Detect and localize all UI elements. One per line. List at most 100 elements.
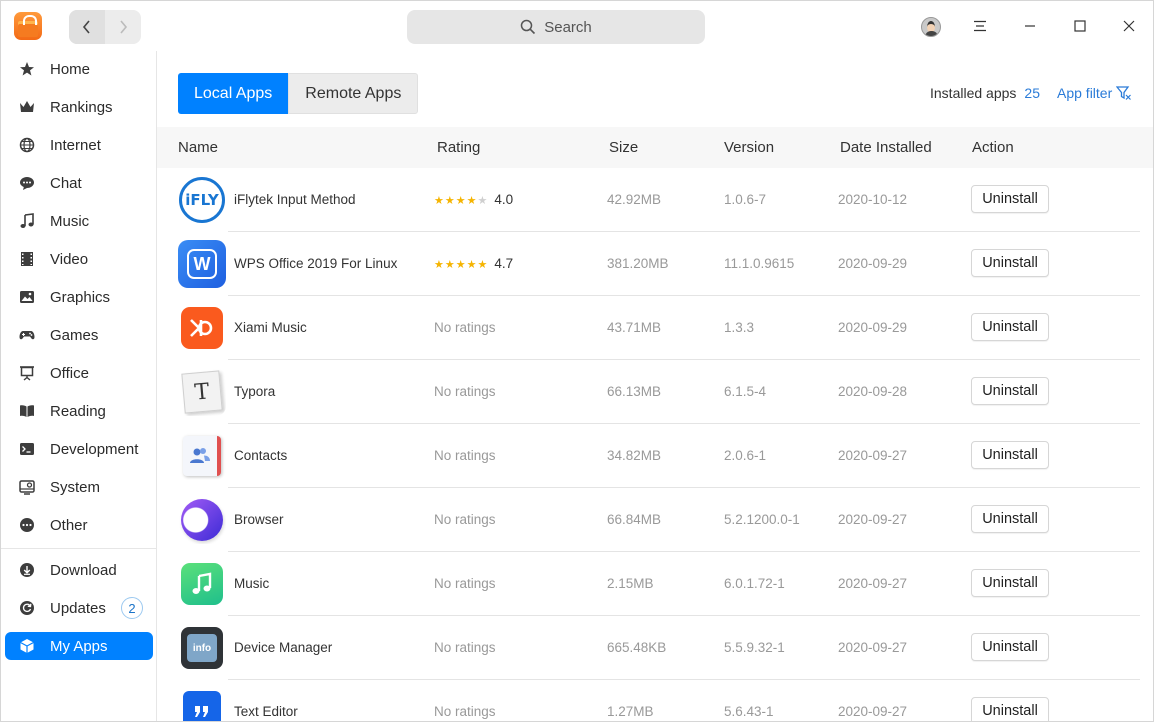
app-size: 381.20MB	[607, 256, 669, 271]
uninstall-button[interactable]: Uninstall	[971, 185, 1049, 213]
sidebar-item-music[interactable]: Music	[5, 207, 153, 235]
app-store-window: Search Home Rankings Internet Chat Music…	[0, 0, 1154, 722]
updates-count-badge: 2	[121, 597, 143, 619]
chevron-left-icon	[82, 20, 90, 34]
uninstall-button[interactable]: Uninstall	[971, 505, 1049, 533]
sidebar-item-home[interactable]: Home	[5, 55, 153, 83]
uninstall-button[interactable]: Uninstall	[971, 313, 1049, 341]
tab-remote-apps[interactable]: Remote Apps	[288, 73, 419, 114]
app-size: 2.15MB	[607, 576, 654, 591]
app-name: WPS Office 2019 For Linux	[234, 256, 398, 271]
sidebar-item-games[interactable]: Games	[5, 321, 153, 349]
minimize-button[interactable]	[1017, 13, 1043, 39]
app-rating: ★★★★★ 4.7	[434, 256, 514, 271]
tab-local-apps[interactable]: Local Apps	[178, 73, 289, 114]
table-row: T Typora No ratings 66.13MB 6.1.5-4 2020…	[178, 360, 1140, 424]
app-version: 6.0.1.72-1	[724, 576, 785, 591]
star-icon	[19, 61, 35, 77]
typora-icon: T	[178, 368, 226, 416]
table-row: Music No ratings 2.15MB 6.0.1.72-1 2020-…	[178, 552, 1140, 616]
app-rating: No ratings	[434, 448, 496, 463]
uninstall-button[interactable]: Uninstall	[971, 633, 1049, 661]
sidebar-item-chat[interactable]: Chat	[5, 169, 153, 197]
maximize-button[interactable]	[1067, 13, 1093, 39]
app-install-date: 2020-09-29	[838, 256, 908, 271]
installed-apps-summary: Installed apps 25	[930, 85, 1040, 101]
uninstall-button[interactable]: Uninstall	[971, 441, 1049, 469]
uninstall-button[interactable]: Uninstall	[971, 377, 1049, 405]
app-name: Text Editor	[234, 704, 298, 719]
back-button[interactable]	[69, 10, 105, 44]
wps-office-icon: W	[178, 240, 226, 288]
main-menu-button[interactable]	[967, 13, 993, 39]
sidebar-item-graphics[interactable]: Graphics	[5, 283, 153, 311]
uninstall-button[interactable]: Uninstall	[971, 697, 1049, 721]
app-version: 1.3.3	[724, 320, 755, 335]
search-placeholder: Search	[544, 18, 592, 36]
minimize-icon	[1025, 25, 1035, 27]
column-header-rating[interactable]: Rating	[437, 139, 480, 156]
sidebar-item-internet[interactable]: Internet	[5, 131, 153, 159]
app-size: 66.13MB	[607, 384, 662, 399]
close-icon	[1123, 20, 1135, 32]
xiami-music-icon	[178, 304, 226, 352]
app-rating: No ratings	[434, 320, 496, 335]
maximize-icon	[1074, 20, 1086, 32]
app-size: 34.82MB	[607, 448, 662, 463]
column-header-size[interactable]: Size	[609, 139, 638, 156]
app-name: Contacts	[234, 448, 288, 463]
sidebar-item-label: Other	[50, 516, 88, 534]
sidebar-item-label: Office	[50, 364, 89, 382]
app-install-date: 2020-09-27	[838, 640, 908, 655]
filter-icon	[1116, 86, 1132, 100]
user-avatar[interactable]	[921, 17, 941, 37]
hamburger-menu-icon	[974, 20, 986, 32]
close-button[interactable]	[1116, 13, 1142, 39]
sidebar-item-label: My Apps	[50, 637, 108, 655]
presentation-icon	[19, 365, 35, 381]
app-version: 11.1.0.9615	[724, 256, 795, 271]
download-icon	[19, 562, 35, 578]
sidebar-item-video[interactable]: Video	[5, 245, 153, 273]
uninstall-button[interactable]: Uninstall	[971, 249, 1049, 277]
column-header-date-installed[interactable]: Date Installed	[840, 139, 932, 156]
sidebar-item-label: Internet	[50, 136, 101, 154]
app-store-logo-icon	[14, 12, 42, 40]
sidebar-item-label: Chat	[50, 174, 82, 192]
column-header-action: Action	[972, 139, 1014, 156]
app-name: Music	[234, 576, 270, 591]
text-editor-icon	[178, 688, 226, 721]
app-install-date: 2020-10-12	[838, 192, 908, 207]
chevron-right-icon	[120, 20, 128, 34]
sidebar-item-my-apps[interactable]: My Apps	[5, 632, 153, 660]
sidebar-item-updates[interactable]: Updates 2	[5, 594, 153, 622]
sidebar-item-label: System	[50, 478, 101, 496]
uninstall-button[interactable]: Uninstall	[971, 569, 1049, 597]
app-install-date: 2020-09-29	[838, 320, 908, 335]
forward-button[interactable]	[105, 10, 141, 44]
sidebar-item-reading[interactable]: Reading	[5, 397, 153, 425]
column-header-version[interactable]: Version	[724, 139, 774, 156]
app-filter-button[interactable]: App filter	[1057, 85, 1132, 101]
crown-icon	[19, 99, 35, 115]
sidebar-item-label: Graphics	[50, 288, 111, 306]
sidebar-item-system[interactable]: System	[5, 473, 153, 501]
rating-stars-icon: ★★★★★	[434, 195, 489, 207]
sidebar-item-office[interactable]: Office	[5, 359, 153, 387]
app-version: 6.1.5-4	[724, 384, 767, 399]
sidebar-item-other[interactable]: Other	[5, 511, 153, 539]
search-box[interactable]: Search	[407, 10, 705, 44]
sidebar-item-label: Rankings	[50, 98, 113, 116]
more-icon	[19, 517, 35, 533]
sidebar-item-development[interactable]: Development	[5, 435, 153, 463]
sidebar-item-download[interactable]: Download	[5, 556, 153, 584]
column-header-name[interactable]: Name	[178, 139, 218, 156]
book-icon	[19, 403, 35, 419]
installed-apps-count: 25	[1024, 85, 1040, 101]
table-row: Text Editor No ratings 1.27MB 5.6.43-1 2…	[178, 680, 1140, 721]
installed-apps-label: Installed apps	[930, 85, 1017, 101]
film-icon	[19, 251, 35, 267]
sidebar-item-rankings[interactable]: Rankings	[5, 93, 153, 121]
app-install-date: 2020-09-27	[838, 704, 908, 719]
system-icon	[19, 479, 35, 495]
